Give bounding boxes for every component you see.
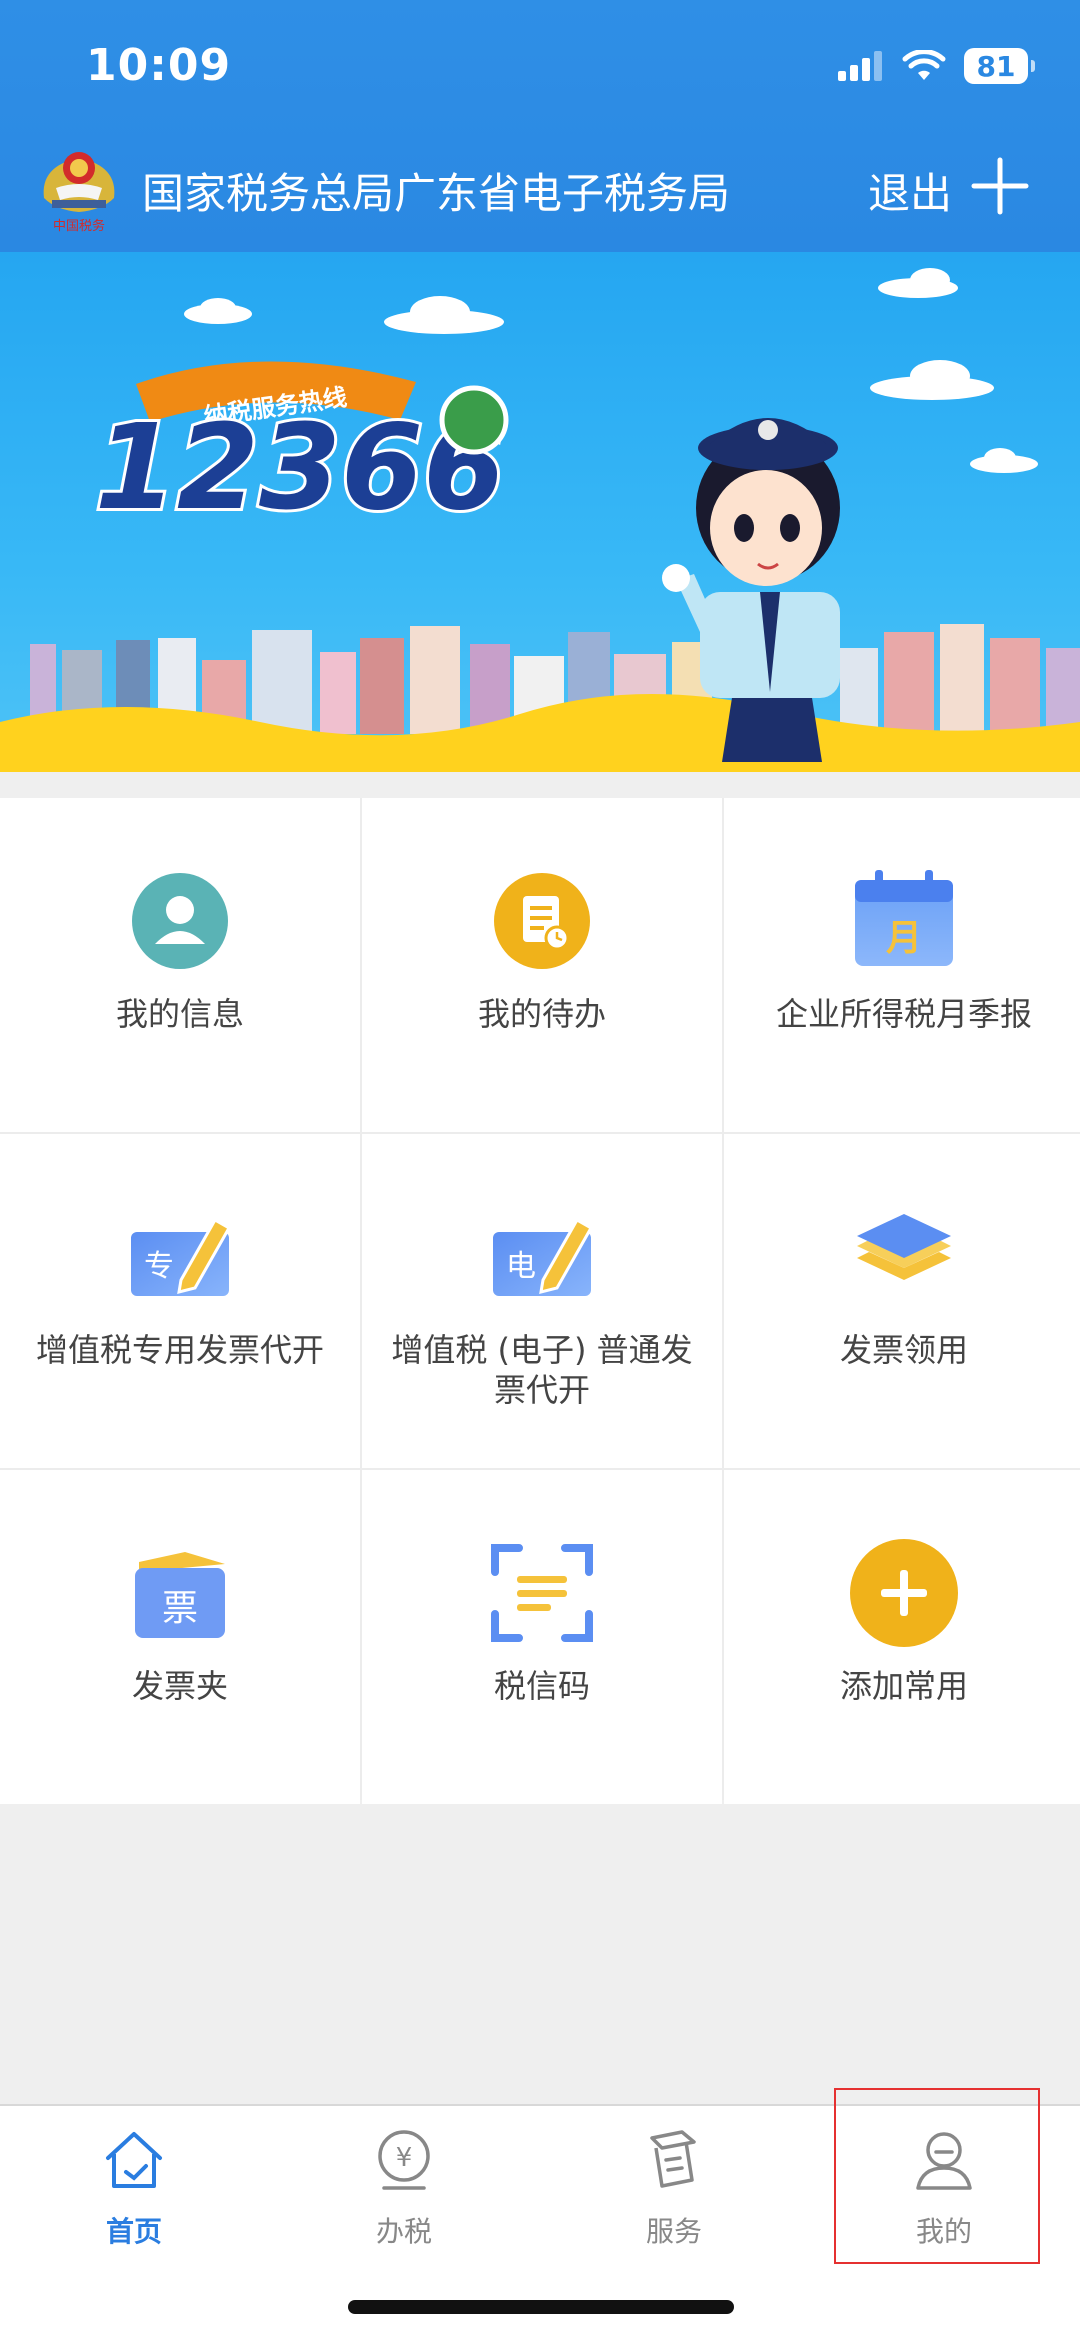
wifi-icon [902, 50, 946, 80]
highlight-box [834, 2088, 1040, 2264]
user-info-icon [132, 873, 228, 969]
hotline-graphic: 纳税服务热线 12366 [92, 361, 509, 539]
calendar-month-icon: 月 [855, 870, 953, 966]
svg-text:专: 专 [144, 1249, 174, 1284]
grid-item-label: 增值税 (电子) 普通发票代开 [391, 1331, 693, 1409]
tab-label: 服务 [645, 2215, 702, 2248]
svg-text:中国税务: 中国税务 [53, 218, 105, 234]
scan-code-icon [491, 1544, 593, 1642]
top-bar: 10:09 81 中国税务 国家税务总局广东省电子税务局 退出 [0, 0, 1080, 252]
grid-item-label: 我的待办 [477, 995, 606, 1033]
feature-grid: 我的信息 我的待办 月 企业所得税月季报 专 增值税专用发票代开 电 增值税 (… [0, 798, 1080, 1804]
logout-button[interactable]: 退出 [868, 160, 952, 221]
svg-text:¥: ¥ [396, 2143, 413, 2173]
svg-text:月: 月 [886, 918, 922, 959]
status-icons: 81 [838, 44, 1035, 88]
tab-label: 办税 [375, 2215, 432, 2248]
todo-icon [494, 873, 590, 969]
grid-item-add-favorite[interactable]: 添加常用 [724, 1470, 1080, 1804]
e-invoice-edit-icon: 电 [493, 1217, 594, 1296]
hotline-banner[interactable]: 纳税服务热线 12366 [0, 252, 1080, 772]
yuan-coin-icon: ¥ [378, 2130, 430, 2190]
grid-item-my-info[interactable]: 我的信息 [0, 798, 360, 1132]
grid-item-label: 添加常用 [839, 1667, 968, 1705]
grid-item-label: 增值税专用发票代开 [35, 1331, 324, 1369]
home-indicator [348, 2300, 734, 2314]
special-invoice-edit-icon: 专 [131, 1217, 232, 1296]
add-circle-icon [850, 1539, 958, 1647]
app-title: 国家税务总局广东省电子税务局 [142, 169, 731, 218]
grid-item-label: 发票夹 [131, 1667, 228, 1705]
layers-icon [857, 1214, 951, 1280]
tab-home[interactable]: 首页 [34, 2128, 234, 2258]
grid-item-vat-special-invoice[interactable]: 专 增值税专用发票代开 [0, 1134, 360, 1468]
svg-text:票: 票 [162, 1588, 198, 1629]
grid-item-label: 企业所得税月季报 [775, 995, 1032, 1033]
grid-item-invoice-folder[interactable]: 票 发票夹 [0, 1470, 360, 1804]
battery-indicator: 81 [964, 48, 1035, 84]
grid-item-corporate-income-tax[interactable]: 月 企业所得税月季报 [724, 798, 1080, 1132]
grid-item-label: 税信码 [493, 1667, 590, 1705]
tab-service[interactable]: 服务 [574, 2128, 774, 2258]
grid-item-tax-credit-code[interactable]: 税信码 [362, 1470, 722, 1804]
plus-icon[interactable] [970, 156, 1030, 216]
status-time: 10:09 [86, 40, 232, 91]
svg-text:电: 电 [506, 1249, 536, 1284]
grid-item-invoice-collect[interactable]: 发票领用 [724, 1134, 1080, 1468]
tax-emblem-logo: 中国税务 [43, 152, 115, 234]
grid-item-label: 我的信息 [115, 995, 244, 1033]
home-icon [106, 2132, 162, 2188]
grid-item-vat-e-invoice[interactable]: 电 增值税 (电子) 普通发票代开 [362, 1134, 722, 1468]
grid-item-label: 发票领用 [839, 1331, 968, 1369]
tab-tax[interactable]: ¥ 办税 [304, 2128, 504, 2258]
tab-label: 首页 [105, 2215, 162, 2248]
service-icon [650, 2130, 696, 2188]
invoice-folder-icon: 票 [135, 1552, 225, 1638]
grid-item-my-todo[interactable]: 我的待办 [362, 798, 722, 1132]
signal-icon [838, 51, 882, 81]
banner-illustration: 纳税服务热线 12366 [0, 268, 1080, 772]
